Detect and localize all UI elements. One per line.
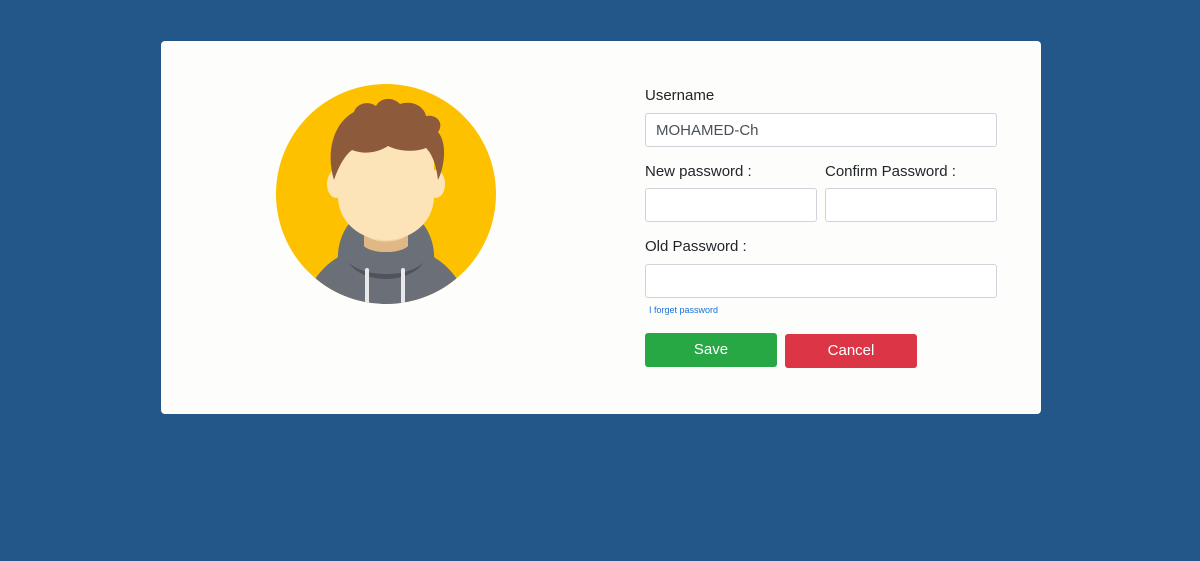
profile-card: Username New password : Confirm Password… [161, 41, 1041, 414]
old-password-input[interactable] [645, 264, 997, 298]
confirm-password-input[interactable] [825, 188, 997, 222]
username-input[interactable] [645, 113, 997, 147]
new-password-input[interactable] [645, 188, 817, 222]
cancel-button[interactable]: Cancel [785, 334, 917, 368]
user-avatar-icon [276, 84, 496, 304]
save-button[interactable]: Save [645, 333, 777, 367]
forgot-password-link[interactable]: I forget password [649, 305, 718, 315]
old-password-label: Old Password : [645, 238, 747, 255]
username-label: Username [645, 87, 715, 104]
new-password-label: New password : [645, 163, 752, 180]
confirm-password-label: Confirm Password : [825, 163, 956, 180]
